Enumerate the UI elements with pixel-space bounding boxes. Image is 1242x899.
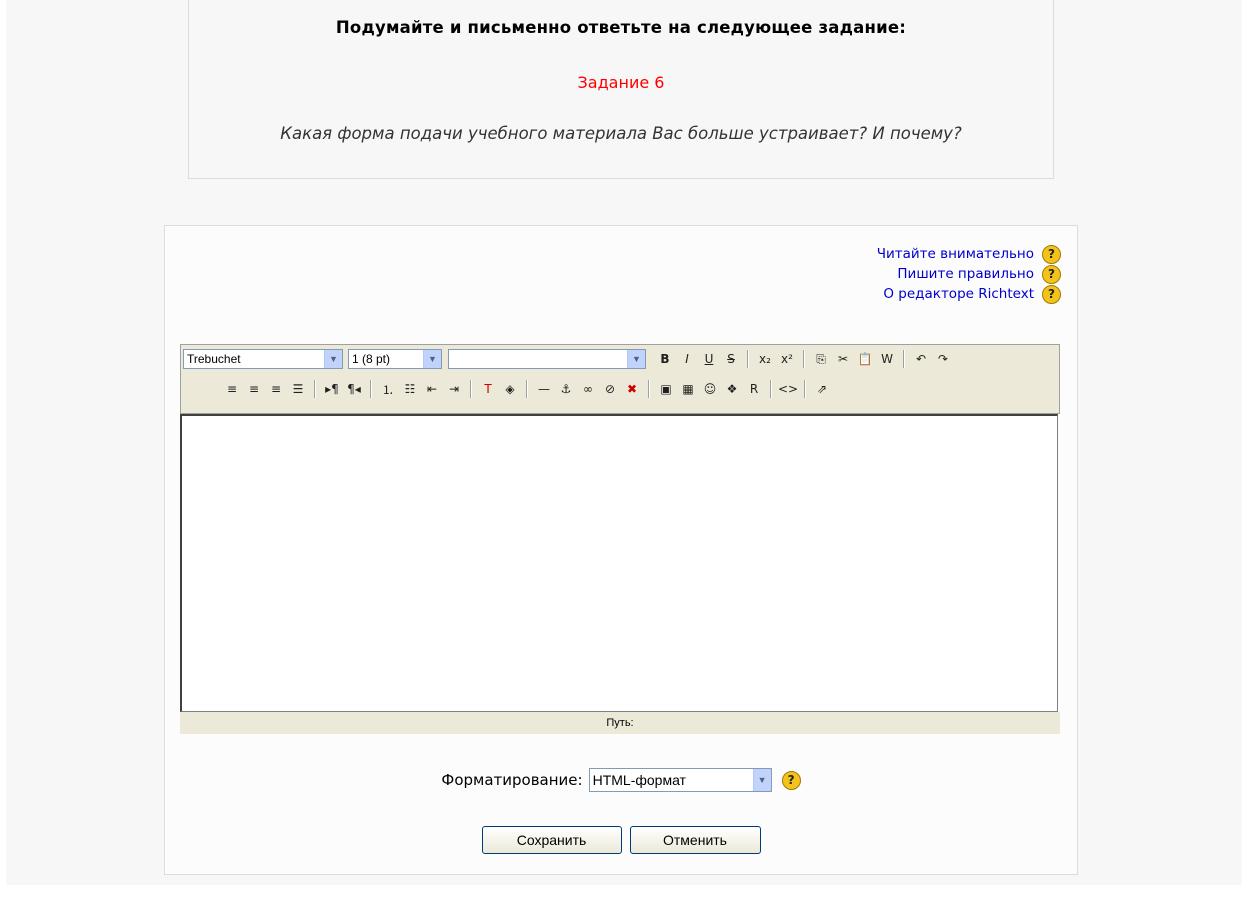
editor-path-statusbar: Путь: <box>180 712 1060 734</box>
chevron-down-icon: ▼ <box>752 769 771 791</box>
paste-button[interactable]: 📋 <box>855 349 875 369</box>
align-center-button[interactable]: ≡ <box>244 379 264 399</box>
anchor-button[interactable]: ⚓ <box>556 379 576 399</box>
indent-button[interactable]: ⇥ <box>444 379 464 399</box>
font-family-value: Trebuchet <box>187 352 241 366</box>
redo-button[interactable]: ↷ <box>933 349 953 369</box>
cancel-button[interactable]: Отменить <box>629 826 761 854</box>
horizontal-rule-button[interactable]: — <box>534 379 554 399</box>
ltr-button[interactable]: ▸¶ <box>322 379 342 399</box>
toolbar-separator <box>747 350 749 368</box>
toolbar-separator <box>803 350 805 368</box>
chevron-down-icon: ▼ <box>324 350 342 368</box>
toolbar-row-2: ≡ ≡ ≡ ☰ ▸¶ ¶◂ ⒈ ☷ ⇤ ⇥ T ◈ — ⚓ ∞ ⊘ ✖ ▣ ▦ ☺ ❖ R <> ⇗ <box>221 377 833 401</box>
ordered-list-button[interactable]: ⒈ <box>378 379 398 399</box>
copy-button[interactable]: ⎘ <box>811 349 831 369</box>
toolbar-separator <box>314 380 316 398</box>
justify-button[interactable]: ☰ <box>288 379 308 399</box>
align-right-button[interactable]: ≡ <box>266 379 286 399</box>
answer-form-box: Читайте внимательно ? Пишите правильно ?… <box>164 225 1078 875</box>
help-icon[interactable]: ? <box>781 770 801 790</box>
help-links: Читайте внимательно ? Пишите правильно ?… <box>877 244 1061 304</box>
special-char-button[interactable]: ❖ <box>722 379 742 399</box>
unordered-list-button[interactable]: ☷ <box>400 379 420 399</box>
align-left-button[interactable]: ≡ <box>222 379 242 399</box>
task-box: Подумайте и письменно ответьте на следую… <box>188 0 1054 179</box>
help-link-write[interactable]: Пишите правильно ? <box>877 264 1061 284</box>
paste-word-button[interactable]: W <box>877 349 897 369</box>
undo-button[interactable]: ↶ <box>911 349 931 369</box>
task-number: Задание 6 <box>577 73 665 92</box>
toolbar-separator <box>526 380 528 398</box>
font-size-value: 1 (8 pt) <box>352 352 391 366</box>
toolbar-separator <box>903 350 905 368</box>
font-size-select[interactable]: 1 (8 pt) ▼ <box>348 349 442 369</box>
toolbar-separator <box>370 380 372 398</box>
bold-button[interactable]: B <box>655 349 675 369</box>
format-label: Форматирование: <box>441 771 583 789</box>
text-color-button[interactable]: T <box>478 379 498 399</box>
toolbar-separator <box>470 380 472 398</box>
subscript-button[interactable]: x₂ <box>755 349 775 369</box>
format-row: Форматирование: HTML-формат ▼ ? <box>165 768 1077 792</box>
editor-toolbar: Trebuchet ▼ 1 (8 pt) ▼ ▼ B I U Sx₂ x² ⎘ ✂ 📋 W ↶ ↷ … <box>180 344 1060 414</box>
save-button[interactable]: Сохранить <box>481 826 622 854</box>
help-link-richtext[interactable]: О редакторе Richtext ? <box>877 284 1061 304</box>
search-replace-button[interactable]: R <box>744 379 764 399</box>
outdent-button[interactable]: ⇤ <box>422 379 442 399</box>
toolbar-separator <box>648 380 650 398</box>
help-icon[interactable]: ? <box>1042 264 1061 284</box>
html-source-button[interactable]: <> <box>778 379 798 399</box>
chevron-down-icon: ▼ <box>627 350 645 368</box>
insert-table-button[interactable]: ▦ <box>678 379 698 399</box>
help-link-write-label[interactable]: Пишите правильно <box>897 264 1034 284</box>
rtl-button[interactable]: ¶◂ <box>344 379 364 399</box>
help-link-richtext-label[interactable]: О редакторе Richtext <box>883 284 1034 304</box>
font-family-select[interactable]: Trebuchet ▼ <box>183 349 343 369</box>
task-title: Подумайте и письменно ответьте на следую… <box>335 18 907 37</box>
help-icon[interactable]: ? <box>1042 244 1061 264</box>
toolbar-row-1: Trebuchet ▼ 1 (8 pt) ▼ ▼ B I U Sx₂ x² ⎘ ✂ 📋 W ↶ ↷ <box>183 348 954 370</box>
strikethrough-button[interactable]: S <box>721 349 741 369</box>
toolbar-separator <box>804 380 806 398</box>
editor-content-area[interactable] <box>180 414 1058 712</box>
help-icon[interactable]: ? <box>1042 284 1061 304</box>
chevron-down-icon: ▼ <box>423 350 441 368</box>
unlink-button[interactable]: ⊘ <box>600 379 620 399</box>
underline-button[interactable]: U <box>699 349 719 369</box>
task-question: Какая форма подачи учебного материала Ва… <box>280 124 962 143</box>
format-select[interactable]: HTML-формат ▼ <box>588 768 772 792</box>
cut-button[interactable]: ✂ <box>833 349 853 369</box>
richtext-editor: Trebuchet ▼ 1 (8 pt) ▼ ▼ B I U Sx₂ x² ⎘ ✂ 📋 W ↶ ↷ … <box>180 344 1062 739</box>
insert-image-button[interactable]: ▣ <box>656 379 676 399</box>
link-button[interactable]: ∞ <box>578 379 598 399</box>
bg-color-button[interactable]: ◈ <box>500 379 520 399</box>
superscript-button[interactable]: x² <box>777 349 797 369</box>
toolbar-separator <box>770 380 772 398</box>
form-buttons: Сохранить Отменить <box>165 826 1077 854</box>
format-value: HTML-формат <box>592 772 686 788</box>
help-link-read[interactable]: Читайте внимательно ? <box>877 244 1061 264</box>
fullscreen-button[interactable]: ⇗ <box>812 379 832 399</box>
heading-select[interactable]: ▼ <box>448 349 646 369</box>
smiley-button[interactable]: ☺ <box>700 379 720 399</box>
help-link-read-label[interactable]: Читайте внимательно <box>877 244 1034 264</box>
nolink-button[interactable]: ✖ <box>622 379 642 399</box>
italic-button[interactable]: I <box>677 349 697 369</box>
